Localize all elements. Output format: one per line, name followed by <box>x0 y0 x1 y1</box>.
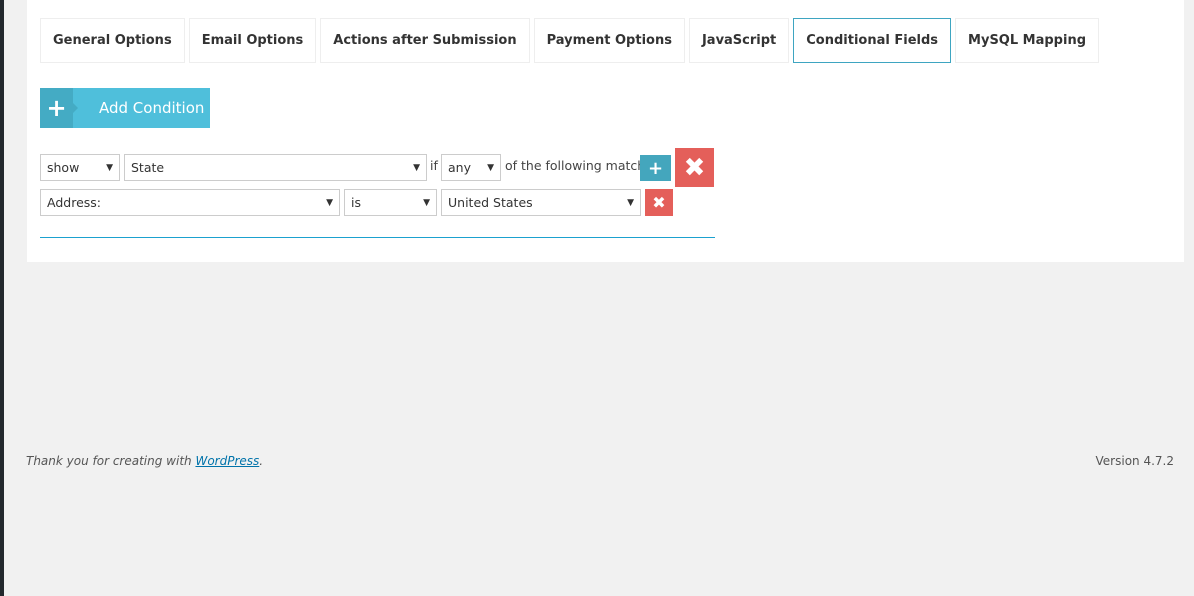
dropdown-arrow-icon: ▼ <box>106 163 113 173</box>
delete-condition-button[interactable]: ✖ <box>675 148 714 187</box>
target-field-select[interactable]: State ▼ <box>124 154 427 181</box>
footer-thanks: Thank you for creating with WordPress. <box>26 454 263 468</box>
rule-value-select[interactable]: United States ▼ <box>441 189 641 216</box>
match-value: any <box>448 160 471 175</box>
divider <box>40 237 715 238</box>
action-select[interactable]: show ▼ <box>40 154 120 181</box>
dropdown-arrow-icon: ▼ <box>627 198 634 208</box>
dropdown-arrow-icon: ▼ <box>413 163 420 173</box>
add-condition-button[interactable]: + Add Condition <box>40 88 210 128</box>
footer-suffix: . <box>259 454 264 468</box>
rule-operator-select[interactable]: is ▼ <box>344 189 437 216</box>
rule-field-select[interactable]: Address: ▼ <box>40 189 340 216</box>
tab-bar: General Options Email Options Actions af… <box>40 18 1100 63</box>
tab-general-options[interactable]: General Options <box>40 18 185 63</box>
action-value: show <box>47 160 80 175</box>
close-icon: ✖ <box>652 193 666 212</box>
tab-actions-after-submission[interactable]: Actions after Submission <box>320 18 530 63</box>
plus-icon: + <box>40 88 78 128</box>
dropdown-arrow-icon: ▼ <box>423 198 430 208</box>
tab-payment-options[interactable]: Payment Options <box>533 18 685 63</box>
delete-rule-button[interactable]: ✖ <box>645 189 673 216</box>
dropdown-arrow-icon: ▼ <box>487 163 494 173</box>
rule-field-value: Address: <box>47 195 101 210</box>
admin-sidebar-edge <box>0 0 4 596</box>
add-rule-button[interactable]: + <box>640 155 671 181</box>
if-label: if <box>430 158 438 173</box>
add-condition-label: Add Condition <box>99 99 205 117</box>
target-field-value: State <box>131 160 165 175</box>
tab-javascript[interactable]: JavaScript <box>688 18 790 63</box>
footer-text: Thank you for creating with <box>26 454 196 468</box>
wordpress-link[interactable]: WordPress <box>195 454 259 468</box>
match-select[interactable]: any ▼ <box>441 154 501 181</box>
rule-value-value: United States <box>448 195 533 210</box>
tab-mysql-mapping[interactable]: MySQL Mapping <box>955 18 1100 63</box>
match-text: of the following match: <box>505 158 650 173</box>
close-icon: ✖ <box>683 152 706 183</box>
form-settings-panel: General Options Email Options Actions af… <box>27 0 1184 262</box>
tab-email-options[interactable]: Email Options <box>188 18 317 63</box>
dropdown-arrow-icon: ▼ <box>326 198 333 208</box>
version-text: Version 4.7.2 <box>1095 454 1174 468</box>
tab-conditional-fields[interactable]: Conditional Fields <box>793 18 952 63</box>
rule-operator-value: is <box>351 195 361 210</box>
plus-icon: + <box>647 157 664 179</box>
